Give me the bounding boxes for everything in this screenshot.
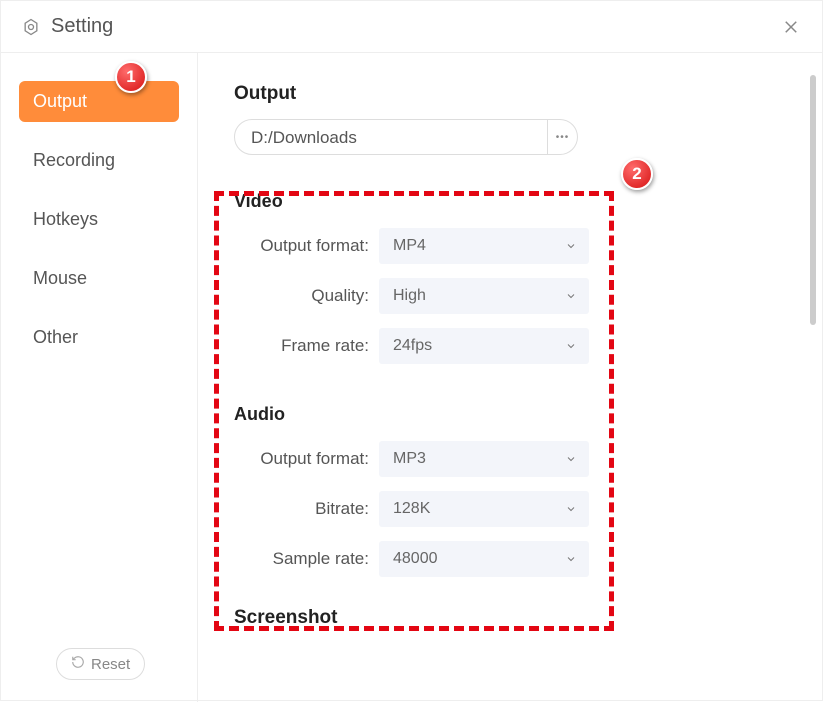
sidebar-item-hotkeys[interactable]: Hotkeys [19, 199, 179, 240]
header: Setting [1, 1, 822, 53]
chevron-down-icon [565, 240, 577, 252]
screenshot-section-title: Screenshot [234, 607, 786, 629]
gear-icon [21, 17, 41, 37]
content-panel: Output D:/Downloads ••• Video Output for… [198, 53, 822, 702]
window-title: Setting [51, 15, 113, 38]
chevron-down-icon [565, 453, 577, 465]
sidebar-item-other[interactable]: Other [19, 317, 179, 358]
ellipsis-icon: ••• [556, 132, 570, 143]
output-path-field[interactable]: D:/Downloads [234, 119, 548, 155]
video-quality-label: Quality: [234, 286, 379, 306]
audio-samplerate-label: Sample rate: [234, 549, 379, 569]
video-format-select[interactable]: MP4 [379, 228, 589, 264]
scrollbar[interactable] [810, 75, 816, 325]
video-framerate-select[interactable]: 24fps [379, 328, 589, 364]
reset-label: Reset [91, 656, 130, 673]
sidebar-item-output[interactable]: Output [19, 81, 179, 122]
annotation-callout-1: 1 [115, 61, 147, 93]
audio-samplerate-select[interactable]: 48000 [379, 541, 589, 577]
chevron-down-icon [565, 340, 577, 352]
video-framerate-label: Frame rate: [234, 336, 379, 356]
video-quality-value: High [393, 287, 426, 305]
video-format-value: MP4 [393, 237, 426, 255]
audio-format-select[interactable]: MP3 [379, 441, 589, 477]
reset-button[interactable]: Reset [56, 648, 145, 680]
video-format-label: Output format: [234, 236, 379, 256]
chevron-down-icon [565, 553, 577, 565]
sidebar: Output Recording Hotkeys Mouse Other Res… [1, 53, 198, 702]
video-quality-select[interactable]: High [379, 278, 589, 314]
browse-button[interactable]: ••• [548, 119, 578, 155]
reset-icon [71, 655, 85, 673]
audio-bitrate-value: 128K [393, 500, 430, 518]
audio-samplerate-value: 48000 [393, 550, 438, 568]
video-section-title: Video [234, 191, 786, 212]
audio-section-title: Audio [234, 404, 786, 425]
chevron-down-icon [565, 503, 577, 515]
sidebar-item-recording[interactable]: Recording [19, 140, 179, 181]
chevron-down-icon [565, 290, 577, 302]
sidebar-item-mouse[interactable]: Mouse [19, 258, 179, 299]
: Output format: [234, 449, 379, 469]
audio-bitrate-label: Bitrate: [234, 499, 379, 519]
audio-bitrate-select[interactable]: 128K [379, 491, 589, 527]
annotation-callout-2: 2 [621, 158, 653, 190]
audio-format-value: MP3 [393, 450, 426, 468]
close-button[interactable] [780, 16, 802, 38]
output-section-title: Output [234, 83, 786, 105]
video-framerate-value: 24fps [393, 337, 432, 355]
